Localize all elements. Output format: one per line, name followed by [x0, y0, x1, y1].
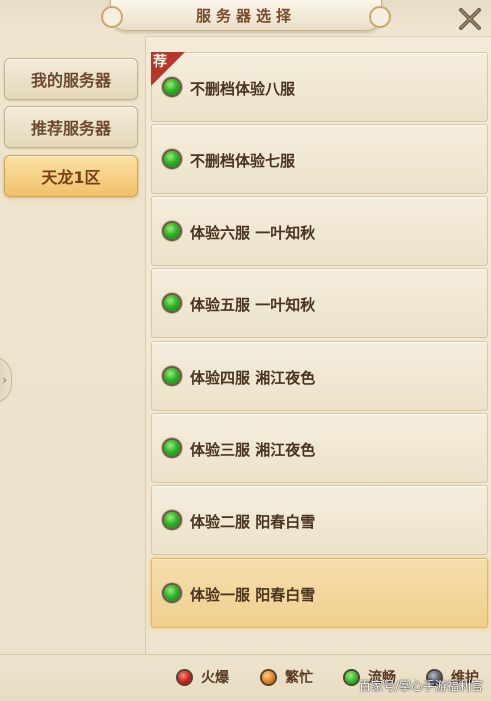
page-title: 服务器选择 — [195, 6, 296, 25]
status-smooth-dot-icon — [164, 440, 180, 456]
server-name: 不删档体验八服 — [190, 79, 296, 98]
server-name: 体验四服 湘江夜色 — [190, 368, 316, 387]
legend-hot-label: 火爆 — [201, 670, 229, 686]
server-row-5[interactable]: 体验五服 一叶知秋 — [151, 268, 488, 338]
server-name: 体验三服 湘江夜色 — [190, 440, 316, 459]
status-smooth-dot-icon — [164, 585, 180, 601]
status-smooth-dot-icon — [345, 670, 358, 684]
status-smooth-dot-icon — [164, 151, 180, 167]
server-list: 不删档体验八服 荐 不删档体验七服 体验六服 一叶知秋 体验五服 一叶知秋 体验… — [151, 52, 488, 652]
status-smooth-dot-icon — [164, 512, 180, 528]
status-hot-dot-icon — [178, 670, 191, 684]
title-banner: 服务器选择 — [101, 0, 391, 31]
server-row-8[interactable]: 不删档体验八服 荐 — [151, 52, 488, 122]
legend-hot: 火爆 — [178, 667, 229, 687]
close-button[interactable] — [455, 4, 485, 34]
watermark: 百家号/掌心手游福利官 — [358, 679, 483, 693]
close-x-icon — [459, 8, 481, 30]
server-select-panel: 服务器选择 我的服务器 推荐服务器 天龙1区 › 不删档体验八服 荐 不删档体验… — [0, 0, 491, 701]
legend-busy: 繁忙 — [262, 667, 313, 687]
server-name: 不删档体验七服 — [190, 151, 296, 170]
server-name: 体验一服 阳春白雪 — [190, 585, 316, 604]
server-row-2[interactable]: 体验二服 阳春白雪 — [151, 485, 488, 555]
server-row-4[interactable]: 体验四服 湘江夜色 — [151, 341, 488, 411]
status-smooth-dot-icon — [164, 368, 180, 384]
server-row-6[interactable]: 体验六服 一叶知秋 — [151, 196, 488, 266]
status-legend: 火爆 繁忙 流畅 维护 百家号/掌心手游福利官 — [0, 654, 491, 701]
server-row-7[interactable]: 不删档体验七服 — [151, 124, 488, 194]
status-busy-dot-icon — [262, 670, 275, 684]
tab-my-servers-label: 我的服务器 — [30, 71, 111, 90]
recommended-badge-text: 荐 — [153, 54, 167, 70]
legend-busy-label: 繁忙 — [285, 670, 313, 686]
server-name: 体验五服 一叶知秋 — [190, 295, 316, 314]
status-smooth-dot-icon — [164, 295, 180, 311]
recommended-badge: 荐 — [151, 52, 185, 86]
tab-recommended-servers[interactable]: 推荐服务器 — [4, 106, 138, 148]
tab-my-servers[interactable]: 我的服务器 — [4, 58, 138, 100]
tab-recommended-servers-label: 推荐服务器 — [30, 119, 111, 138]
server-row-1-selected[interactable]: 体验一服 阳春白雪 — [151, 558, 488, 628]
server-name: 体验六服 一叶知秋 — [190, 223, 316, 242]
server-name: 体验二服 阳春白雪 — [190, 512, 316, 531]
status-smooth-dot-icon — [164, 223, 180, 239]
server-row-3[interactable]: 体验三服 湘江夜色 — [151, 413, 488, 483]
tab-tianlong-zone-1-label: 天龙1区 — [41, 168, 101, 187]
tab-tianlong-zone-1[interactable]: 天龙1区 — [4, 155, 138, 197]
chevron-right-icon: › — [2, 373, 7, 387]
sidebar: 我的服务器 推荐服务器 天龙1区 — [0, 36, 146, 654]
